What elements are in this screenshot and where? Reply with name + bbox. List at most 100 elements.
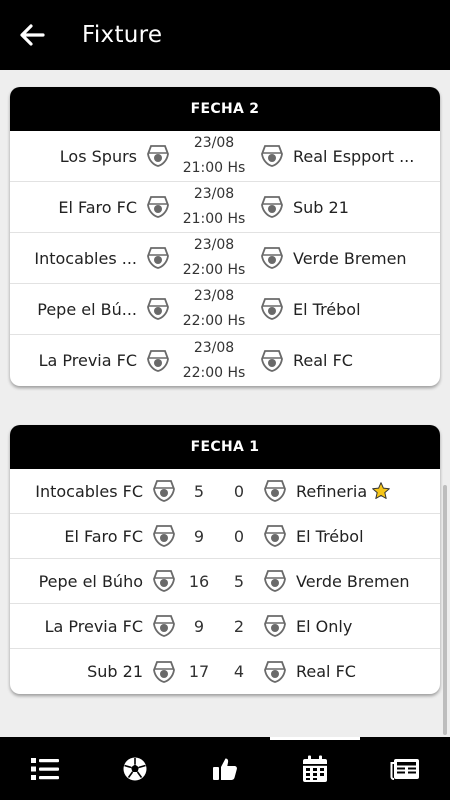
back-button[interactable] [12, 15, 52, 55]
bottom-navigation [0, 737, 450, 800]
away-crest-icon [262, 659, 288, 685]
away-score: 0 [233, 526, 245, 546]
home-team: La Previa FC [38, 351, 137, 370]
home-team: Intocables FC [35, 481, 143, 501]
star-icon [371, 481, 391, 501]
home-crest-icon [145, 143, 171, 169]
match-date: 23/08 [193, 135, 235, 151]
nav-teams[interactable] [90, 737, 180, 800]
away-crest-icon [262, 478, 288, 504]
match-time: 21:00 Hs [182, 211, 246, 227]
match-datetime: 23/08 22:00 Hs [171, 284, 257, 334]
away-team: Real FC [293, 351, 353, 370]
match-time: 22:00 Hs [182, 364, 246, 381]
match-score: 5 0 [177, 482, 261, 501]
away-score: 4 [233, 662, 245, 681]
match-row[interactable]: La Previa FC 23/08 22:00 Hs Real FC [10, 335, 440, 386]
match-row[interactable]: El Faro FC 23/08 21:00 Hs Sub 21 [10, 182, 440, 233]
home-score: 9 [193, 616, 205, 636]
soccer-ball-icon [123, 757, 147, 780]
match-date: 23/08 [193, 186, 235, 202]
away-team: Real FC [296, 662, 356, 681]
away-score: 5 [233, 571, 245, 591]
away-crest-icon [262, 568, 288, 594]
app-bar: Fixture [0, 0, 450, 70]
calendar-icon [303, 755, 327, 782]
round-card-fecha-2: FECHA 2 Los Spurs 23/08 21:00 Hs Real Es… [10, 87, 440, 386]
newspaper-icon [390, 758, 419, 780]
home-crest-icon [145, 245, 171, 271]
away-crest-icon [259, 348, 285, 374]
away-team: El Trébol [293, 299, 361, 319]
match-datetime: 23/08 22:00 Hs [171, 233, 257, 283]
nav-news[interactable] [360, 737, 450, 800]
match-row[interactable]: Intocables ... 23/08 22:00 Hs Verde Brem… [10, 233, 440, 284]
away-score: 2 [233, 616, 245, 636]
home-crest-icon [151, 659, 177, 685]
away-crest-icon [259, 143, 285, 169]
scrollbar[interactable] [443, 485, 447, 735]
home-team: El Faro FC [64, 526, 143, 546]
fixture-list[interactable]: FECHA 2 Los Spurs 23/08 21:00 Hs Real Es… [0, 70, 450, 737]
away-team: El Only [296, 616, 353, 636]
away-crest-icon [262, 523, 288, 549]
round-title: FECHA 1 [10, 425, 440, 469]
home-crest-icon [151, 478, 177, 504]
nav-likes[interactable] [180, 737, 270, 800]
home-team: La Previa FC [44, 616, 143, 636]
home-team: El Faro FC [58, 197, 137, 217]
match-score: 17 4 [177, 662, 261, 681]
match-row[interactable]: Pepe el Bú... 23/08 22:00 Hs El Trébol [10, 284, 440, 335]
arrow-left-icon [20, 24, 45, 46]
away-crest-icon [259, 245, 285, 271]
thumbs-up-icon [213, 758, 237, 780]
away-crest-icon [262, 613, 288, 639]
away-team: Verde Bremen [293, 248, 407, 268]
away-team: Real Espport ... [293, 146, 415, 166]
match-row[interactable]: Sub 21 17 4 Real FC [10, 649, 440, 694]
home-crest-icon [145, 348, 171, 374]
match-row[interactable]: La Previa FC 9 2 El Only [10, 604, 440, 649]
match-row[interactable]: Los Spurs 23/08 21:00 Hs Real Espport ..… [10, 131, 440, 182]
round-title: FECHA 2 [10, 87, 440, 131]
match-score: 16 5 [177, 572, 261, 591]
away-team: Verde Bremen [296, 571, 410, 591]
match-datetime: 23/08 22:00 Hs [171, 336, 257, 386]
match-time: 22:00 Hs [182, 313, 246, 329]
match-datetime: 23/08 21:00 Hs [171, 182, 257, 232]
home-team: Intocables ... [34, 248, 137, 268]
match-time: 22:00 Hs [182, 262, 246, 278]
match-score: 9 2 [177, 617, 261, 636]
away-crest-icon [259, 296, 285, 322]
nav-fixture[interactable] [270, 737, 360, 800]
home-score: 5 [193, 481, 205, 501]
match-row[interactable]: El Faro FC 9 0 El Trébol [10, 514, 440, 559]
home-crest-icon [145, 194, 171, 220]
match-datetime: 23/08 21:00 Hs [171, 131, 257, 181]
away-score: 0 [233, 481, 245, 501]
home-crest-icon [151, 568, 177, 594]
round-card-fecha-1: FECHA 1 Intocables FC 5 0 Refineria El F… [10, 425, 440, 694]
match-row[interactable]: Pepe el Búho 16 5 Verde Bremen [10, 559, 440, 604]
match-time: 21:00 Hs [182, 160, 246, 176]
nav-standings[interactable] [0, 737, 90, 800]
match-date: 23/08 [193, 339, 235, 356]
match-date: 23/08 [193, 237, 235, 253]
home-score: 17 [188, 662, 210, 681]
home-team: Los Spurs [59, 146, 137, 166]
list-numbered-icon [31, 757, 59, 780]
match-row[interactable]: Intocables FC 5 0 Refineria [10, 469, 440, 514]
home-score: 16 [188, 571, 210, 591]
home-team: Pepe el Búho [38, 571, 143, 591]
page-title: Fixture [82, 22, 163, 48]
away-crest-icon [259, 194, 285, 220]
home-team: Pepe el Bú... [37, 299, 137, 319]
home-crest-icon [145, 296, 171, 322]
home-crest-icon [151, 613, 177, 639]
away-team: El Trébol [296, 526, 364, 546]
match-date: 23/08 [193, 288, 235, 304]
home-score: 9 [193, 526, 205, 546]
away-team: Refineria [296, 481, 368, 501]
match-score: 9 0 [177, 527, 261, 546]
home-team: Sub 21 [87, 662, 143, 681]
